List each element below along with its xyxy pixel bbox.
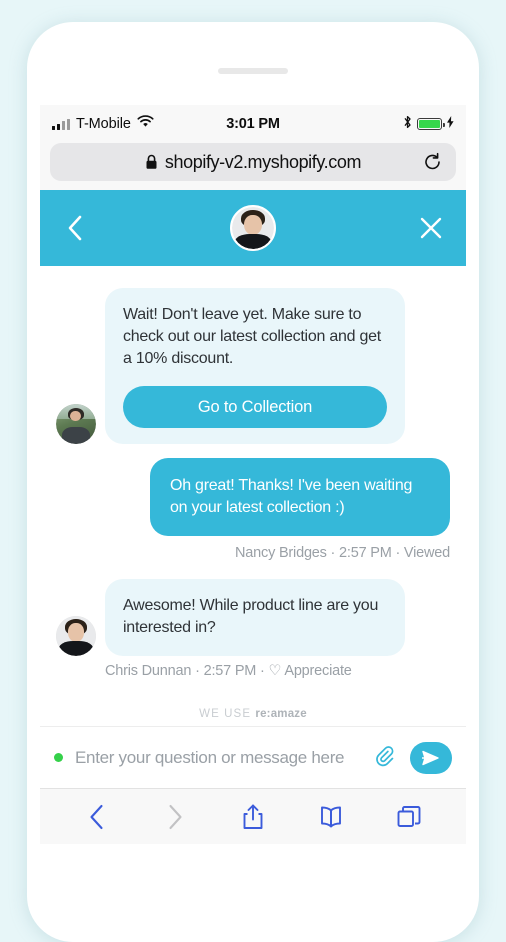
- status-bar-left: T-Mobile: [52, 115, 154, 133]
- status-bar-right: [403, 115, 454, 134]
- online-dot: [54, 753, 63, 762]
- paperclip-icon[interactable]: [376, 745, 400, 771]
- wifi-icon: [137, 115, 154, 133]
- carrier-label: T-Mobile: [76, 116, 131, 132]
- safari-toolbar: [40, 788, 466, 844]
- safari-bookmarks-button[interactable]: [311, 797, 351, 837]
- message-author-question: Chris Dunnan: [105, 662, 192, 679]
- message-time-question: 2:57 PM: [203, 662, 257, 679]
- go-to-collection-button[interactable]: Go to Collection: [123, 386, 387, 429]
- book-icon: [321, 806, 341, 827]
- meta-separator-1: ·: [195, 662, 204, 679]
- appreciate-button[interactable]: ♡ Appreciate: [269, 663, 352, 679]
- phone-speaker: [218, 68, 288, 74]
- powered-by-branding: WE USE re:amaze: [40, 708, 466, 720]
- battery-full-icon: [417, 118, 445, 130]
- agent-avatar: [232, 207, 274, 249]
- message-meta-reply: Nancy Bridges · 2:57 PM · Viewed: [235, 545, 450, 562]
- message-composer: [40, 726, 466, 788]
- message-row-reply: Oh great! Thanks! I've been waiting on y…: [56, 458, 450, 561]
- chat-back-button[interactable]: [60, 213, 90, 243]
- safari-tabs-button[interactable]: [389, 797, 429, 837]
- appreciate-label: Appreciate: [284, 662, 352, 679]
- branding-name: re:amaze: [255, 708, 307, 720]
- chat-header: [40, 190, 466, 266]
- bluetooth-icon: [403, 115, 412, 134]
- lightning-bolt-icon: [447, 115, 454, 133]
- send-icon: [422, 750, 439, 765]
- chris-avatar: [56, 615, 96, 656]
- safari-share-button[interactable]: [233, 797, 273, 837]
- close-icon: [420, 217, 442, 239]
- browser-url-bar[interactable]: shopify-v2.myshopify.com: [50, 143, 456, 181]
- safari-forward-button: [155, 797, 195, 837]
- lock-icon: [145, 154, 158, 170]
- message-row-promo: Wait! Don't leave yet. Make sure to chec…: [56, 288, 450, 445]
- meta-separator-2: ·: [260, 662, 269, 679]
- safari-back-button[interactable]: [77, 797, 117, 837]
- share-icon: [243, 804, 263, 829]
- message-bubble-reply: Oh great! Thanks! I've been waiting on y…: [150, 458, 450, 537]
- nancy-avatar: [56, 404, 96, 445]
- browser-url-bar-container: shopify-v2.myshopify.com: [40, 143, 466, 190]
- send-button[interactable]: [410, 741, 452, 774]
- url-text: shopify-v2.myshopify.com: [164, 151, 362, 172]
- message-bubble-promo: Wait! Don't leave yet. Make sure to chec…: [105, 288, 405, 445]
- tabs-icon: [397, 805, 421, 827]
- chevron-left-icon: [68, 215, 82, 241]
- status-bar: T-Mobile 3:01 PM: [40, 105, 466, 143]
- cellular-signal-icon: [52, 118, 70, 130]
- phone-frame: T-Mobile 3:01 PM shopify-v2.myshopify.co…: [27, 22, 479, 942]
- branding-prefix: WE USE: [199, 708, 252, 720]
- message-row-question: Awesome! While product line are you inte…: [56, 579, 450, 656]
- message-meta-question: Chris Dunnan · 2:57 PM · ♡ Appreciate: [105, 663, 450, 679]
- chat-agent-avatar[interactable]: [230, 205, 276, 251]
- message-text-promo: Wait! Don't leave yet. Make sure to chec…: [123, 306, 381, 368]
- reload-icon[interactable]: [423, 152, 442, 172]
- chat-close-button[interactable]: [416, 213, 446, 243]
- heart-icon: ♡: [268, 662, 282, 679]
- message-input[interactable]: [73, 746, 366, 769]
- message-bubble-question: Awesome! While product line are you inte…: [105, 579, 405, 656]
- phone-screen: T-Mobile 3:01 PM shopify-v2.myshopify.co…: [40, 105, 466, 883]
- chevron-left-icon: [90, 804, 103, 829]
- chevron-right-icon: [169, 804, 182, 829]
- conversation-panel[interactable]: Wait! Don't leave yet. Make sure to chec…: [40, 266, 466, 726]
